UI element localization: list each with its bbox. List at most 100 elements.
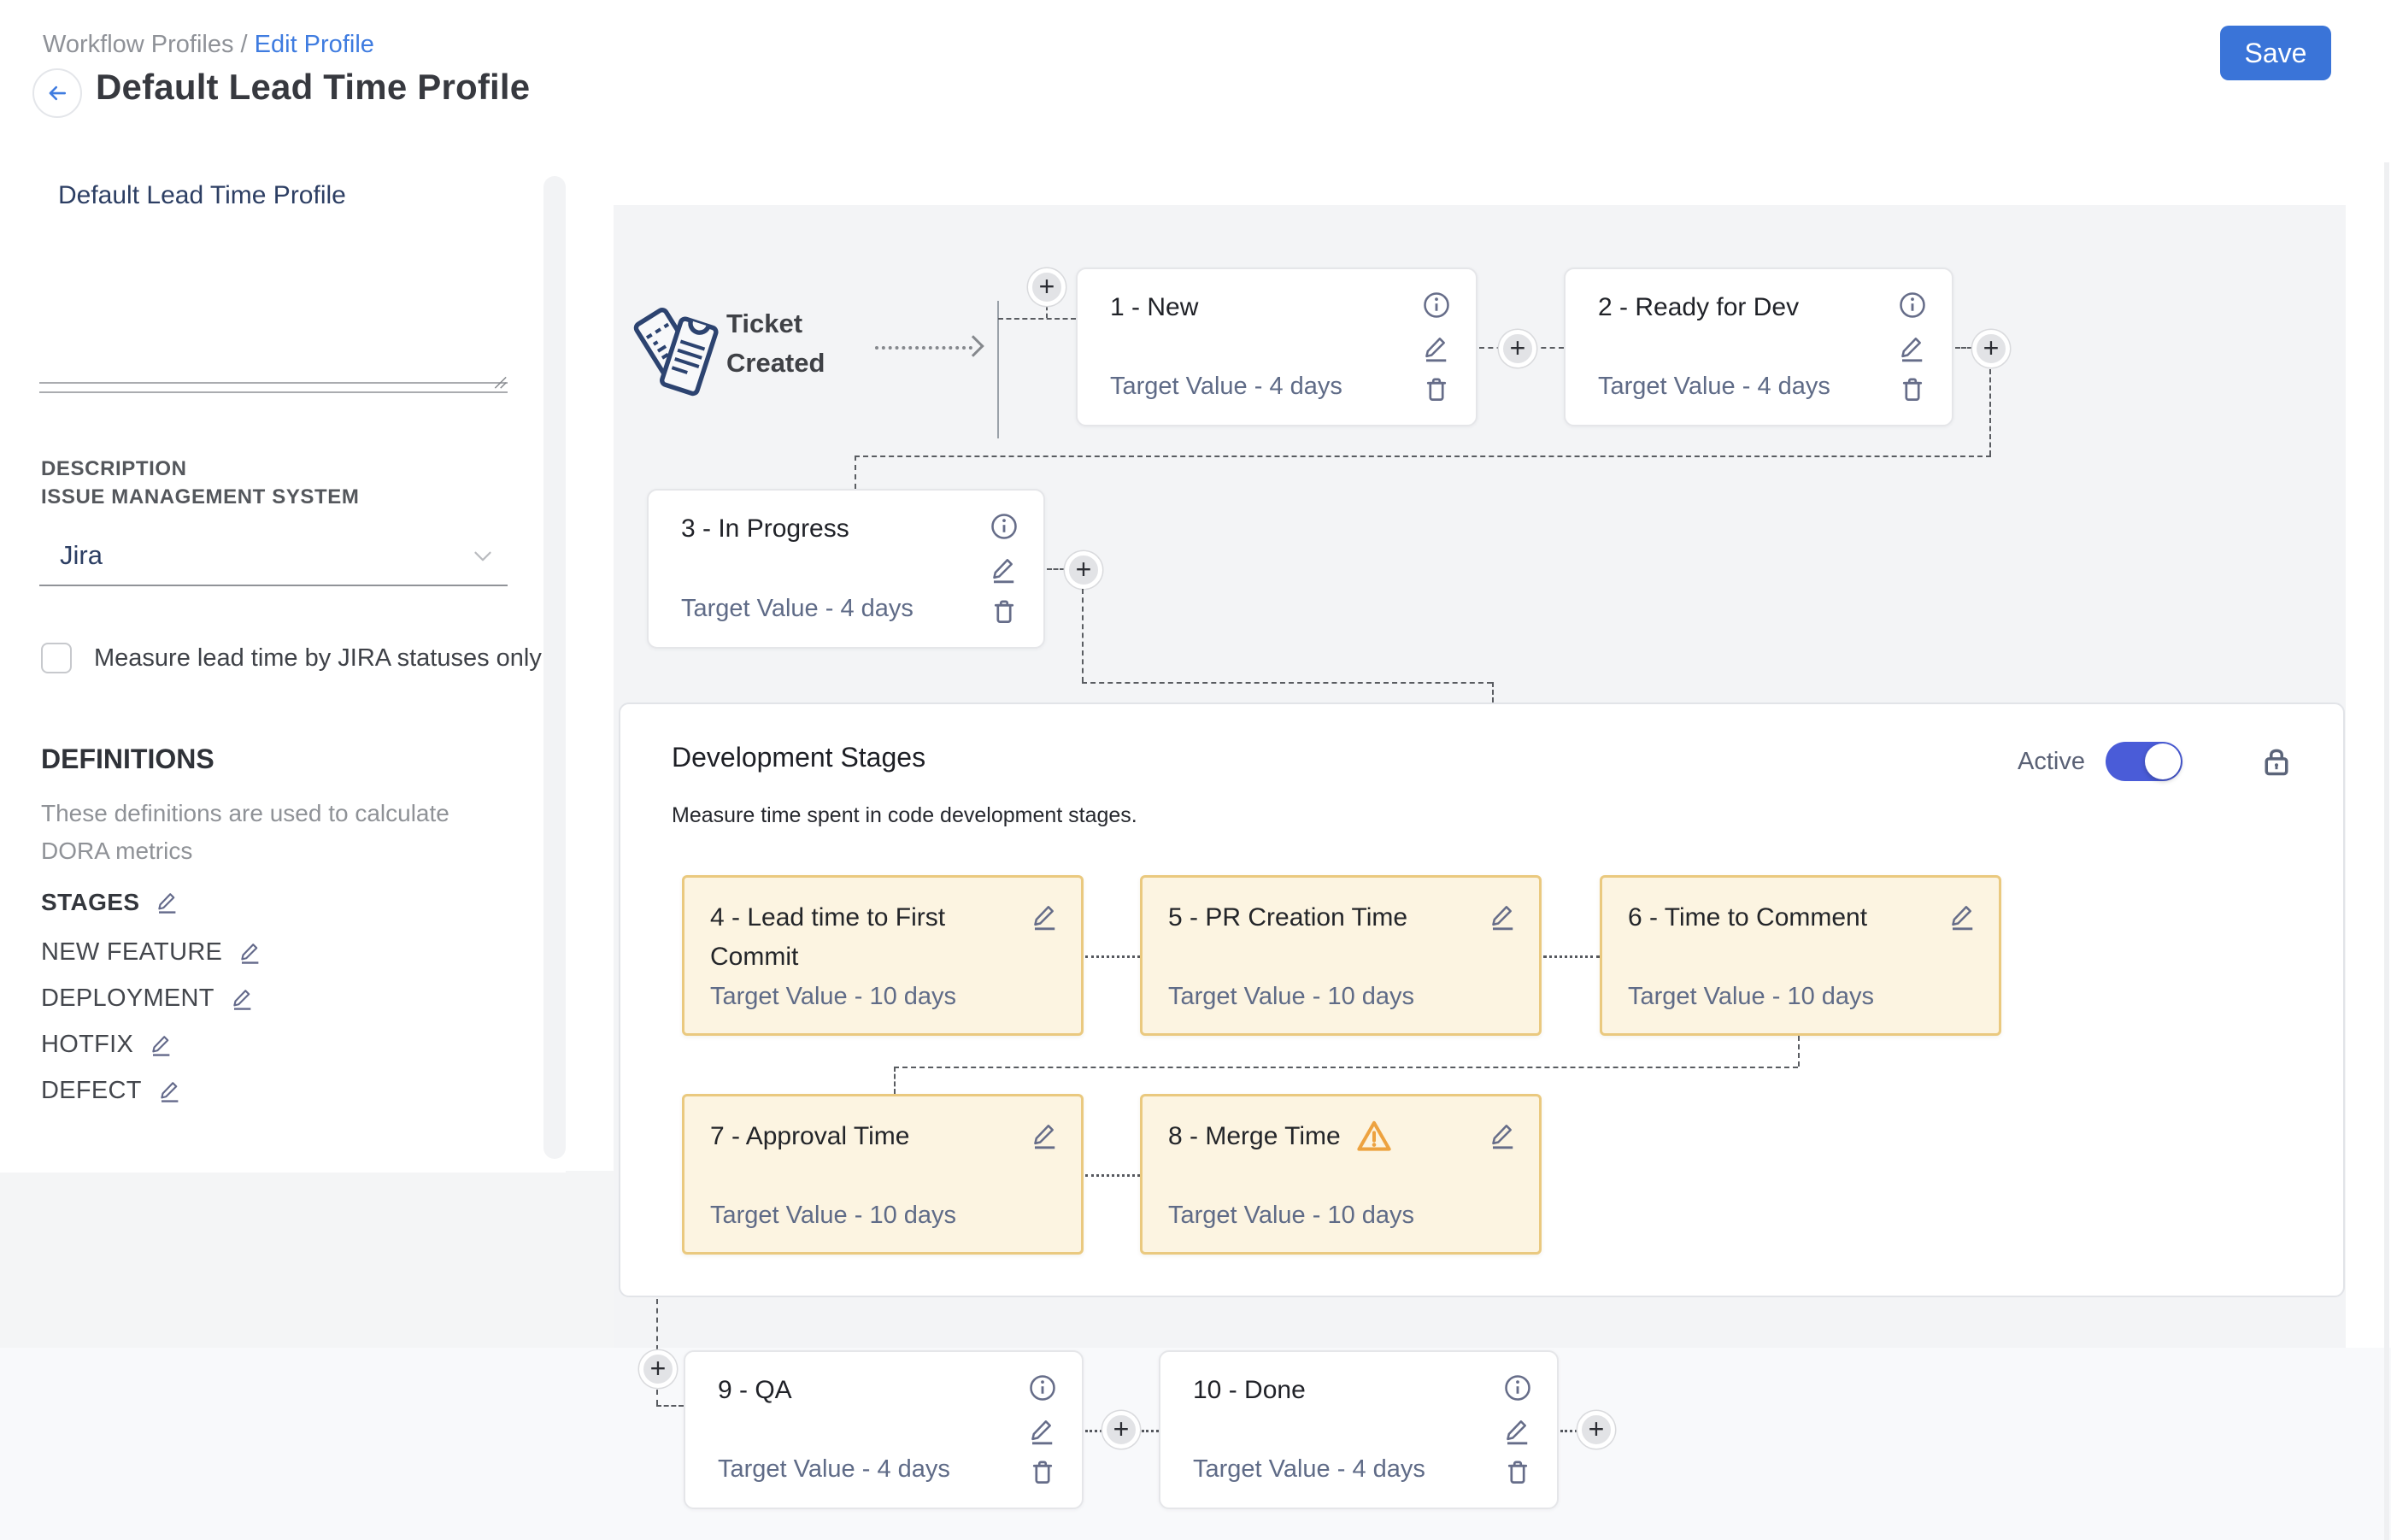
profile-name-input[interactable] (58, 181, 494, 210)
lock-icon[interactable] (2258, 743, 2295, 780)
dev-stage-card-5-pr-creation-time[interactable]: 5 - PR Creation Time Target Value - 10 d… (1140, 875, 1542, 1036)
dev-card-title: 7 - Approval Time (710, 1117, 1030, 1156)
info-icon[interactable] (1421, 290, 1452, 320)
stage-card-1-new[interactable]: 1 - New Target Value - 4 days (1076, 267, 1477, 426)
trash-icon[interactable] (1897, 373, 1928, 404)
stage-card-target: Target Value - 4 days (1110, 373, 1342, 401)
profile-settings-sidebar: DESCRIPTION ISSUE MANAGEMENT SYSTEM Jira… (0, 162, 566, 1173)
info-icon[interactable] (1897, 290, 1928, 320)
connector (1085, 955, 1140, 958)
workflow-profile-editor: Workflow Profiles / Edit Profile Default… (0, 0, 2391, 1540)
sidebar-scrollbar[interactable] (543, 176, 566, 1159)
trash-icon[interactable] (989, 596, 1019, 626)
jira-statuses-checkbox[interactable] (41, 643, 72, 673)
trash-icon[interactable] (1502, 1456, 1533, 1487)
definitions-title: DEFINITIONS (41, 744, 214, 775)
breadcrumb: Workflow Profiles / Edit Profile (43, 31, 374, 59)
breadcrumb-root[interactable]: Workflow Profiles (43, 31, 233, 58)
stage-card-2-ready-for-dev[interactable]: 2 - Ready for Dev Target Value - 4 days (1564, 267, 1953, 426)
stage-card-10-done[interactable]: 10 - Done Target Value - 4 days (1159, 1350, 1559, 1509)
edit-pencil-icon[interactable] (157, 1079, 183, 1104)
connector (855, 456, 856, 489)
dev-stage-card-7-approval-time[interactable]: 7 - Approval Time Target Value - 10 days (682, 1094, 1084, 1255)
edit-pencil-icon[interactable] (1421, 333, 1452, 364)
sidebar-item-hotfix[interactable]: HOTFIX (41, 1031, 174, 1059)
edit-pencil-icon[interactable] (989, 555, 1019, 585)
add-stage-button[interactable]: + (1102, 1411, 1140, 1449)
connector (1989, 369, 1991, 456)
info-icon[interactable] (1502, 1372, 1533, 1403)
trash-icon[interactable] (1027, 1456, 1058, 1487)
edit-pencil-icon[interactable] (230, 986, 256, 1012)
dev-card-header: 5 - PR Creation Time (1168, 898, 1519, 938)
stage-card-3-in-progress[interactable]: 3 - In Progress Target Value - 4 days (647, 489, 1045, 649)
connector (998, 318, 1076, 320)
connector (1082, 682, 1492, 684)
back-arrow-icon (44, 80, 70, 106)
entry-junction-line (997, 301, 999, 438)
dev-panel-title: Development Stages (672, 742, 925, 773)
dev-stage-card-8-merge-time[interactable]: 8 - Merge Time Target Value - 10 days (1140, 1094, 1542, 1255)
description-label: DESCRIPTION (41, 457, 187, 481)
resize-handle-icon[interactable] (489, 371, 508, 390)
edit-pencil-icon[interactable] (149, 1032, 174, 1058)
stage-card-title: 3 - In Progress (681, 514, 849, 544)
add-stage-button[interactable]: + (1499, 330, 1536, 367)
edit-pencil-icon[interactable] (1030, 1120, 1060, 1151)
edit-pencil-icon[interactable] (1502, 1416, 1533, 1447)
edit-pencil-icon[interactable] (1030, 902, 1060, 932)
description-textarea[interactable] (39, 325, 508, 393)
arrowhead-icon (962, 335, 984, 356)
edit-pencil-icon[interactable] (238, 940, 263, 966)
plus-icon: + (1076, 555, 1092, 583)
edit-pencil-icon[interactable] (1488, 1120, 1519, 1151)
sidebar-item-defect[interactable]: DEFECT (41, 1077, 183, 1105)
chevron-down-icon[interactable] (468, 542, 497, 571)
active-toggle[interactable] (2106, 742, 2182, 781)
sidebar-item-new-feature[interactable]: NEW FEATURE (41, 938, 263, 967)
add-stage-button[interactable]: + (1065, 551, 1102, 589)
sidebar-item-deployment[interactable]: DEPLOYMENT (41, 985, 256, 1013)
breadcrumb-current[interactable]: Edit Profile (255, 31, 374, 58)
edit-pencil-icon[interactable] (1897, 333, 1928, 364)
dev-stage-card-4-lead-time-to-first-commit[interactable]: 4 - Lead time to First Commit Target Val… (682, 875, 1084, 1036)
dev-panel-controls: Active (2018, 742, 2295, 781)
add-stage-button[interactable]: + (1577, 1411, 1615, 1449)
sidebar-item-stages[interactable]: STAGES (41, 889, 180, 916)
trash-icon[interactable] (1421, 373, 1452, 404)
add-stage-button[interactable]: + (1972, 330, 2010, 367)
connector (1560, 1430, 1577, 1432)
edit-pencil-icon[interactable] (1027, 1416, 1058, 1447)
save-button[interactable]: Save (2220, 26, 2331, 80)
dev-card-title: 6 - Time to Comment (1628, 898, 1947, 938)
dev-card-header: 6 - Time to Comment (1628, 898, 1978, 938)
ticket-icon (632, 294, 721, 414)
dev-card-header: 4 - Lead time to First Commit (710, 898, 1060, 977)
stage-card-title: 2 - Ready for Dev (1598, 293, 1799, 322)
edit-pencil-icon[interactable] (1488, 902, 1519, 932)
deployment-label: DEPLOYMENT (41, 985, 214, 1013)
dev-card-target: Target Value - 10 days (710, 983, 956, 1011)
stage-card-target: Target Value - 4 days (1193, 1455, 1425, 1484)
plus-icon: + (650, 1355, 667, 1382)
ims-select[interactable]: Jira (60, 540, 103, 571)
connector (1085, 1430, 1102, 1432)
connector (1543, 955, 1600, 958)
dev-stage-card-6-time-to-comment[interactable]: 6 - Time to Comment Target Value - 10 da… (1600, 875, 2001, 1036)
stage-card-title: 10 - Done (1193, 1376, 1306, 1405)
info-icon[interactable] (1027, 1372, 1058, 1403)
new-feature-label: NEW FEATURE (41, 938, 222, 967)
add-stage-button[interactable]: + (639, 1350, 677, 1388)
back-button[interactable] (32, 68, 82, 118)
info-icon[interactable] (989, 511, 1019, 542)
connector (1047, 568, 1065, 570)
start-node-label: Ticket Created (726, 304, 880, 383)
page-title: Default Lead Time Profile (96, 67, 530, 108)
development-stages-panel: Development Stages Measure time spent in… (619, 702, 2345, 1297)
stage-card-9-qa[interactable]: 9 - QA Target Value - 4 days (684, 1350, 1084, 1509)
edit-pencil-icon[interactable] (1947, 902, 1978, 932)
add-stage-button[interactable]: + (1028, 268, 1066, 306)
edit-pencil-icon[interactable] (155, 890, 180, 915)
dev-card-target: Target Value - 10 days (1628, 983, 1874, 1011)
dev-card-target: Target Value - 10 days (710, 1202, 956, 1230)
